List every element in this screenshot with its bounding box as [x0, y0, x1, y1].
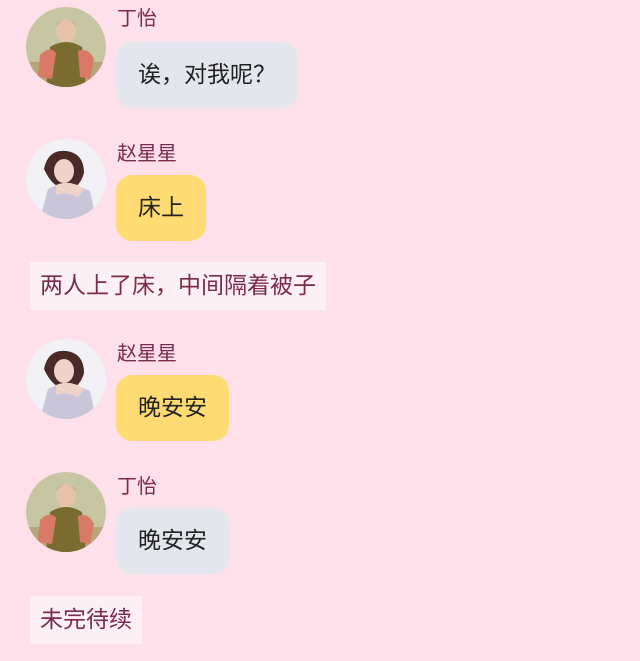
narration-text: 未完待续: [30, 596, 142, 644]
sender-name: 丁怡: [117, 474, 157, 498]
message-bubble[interactable]: 诶，对我呢？: [116, 42, 298, 108]
message-bubble[interactable]: 晚安安: [116, 375, 229, 441]
sender-name: 赵星星: [117, 341, 177, 365]
avatar[interactable]: [26, 472, 106, 552]
female-avatar-photo-icon: [26, 139, 106, 219]
sender-name: 赵星星: [117, 141, 177, 165]
female-avatar-photo-icon: [26, 339, 106, 419]
message-bubble[interactable]: 晚安安: [116, 508, 229, 574]
male-avatar-photo-icon: [26, 7, 106, 87]
avatar[interactable]: [26, 339, 106, 419]
narration-text: 两人上了床，中间隔着被子: [30, 262, 326, 310]
avatar[interactable]: [26, 139, 106, 219]
sender-name: 丁怡: [117, 6, 157, 30]
message-bubble[interactable]: 床上: [116, 175, 206, 241]
male-avatar-photo-icon: [26, 472, 106, 552]
avatar[interactable]: [26, 7, 106, 87]
